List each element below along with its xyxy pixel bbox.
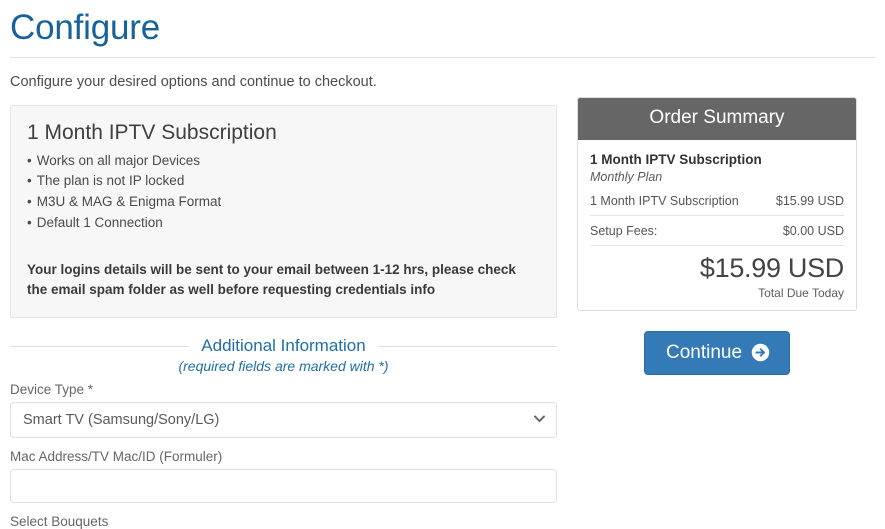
order-billing-cycle: Monthly Plan <box>590 170 663 185</box>
order-summary-heading: Order Summary <box>578 98 856 141</box>
product-delivery-note: Your logins details will be sent to your… <box>27 262 516 297</box>
field-group-mac-address: Mac Address/TV Mac/ID (Formuler) <box>10 449 557 504</box>
required-fields-note: (required fields are marked with *) <box>178 358 389 375</box>
device-type-label: Device Type * <box>10 382 94 398</box>
page-title: Configure <box>10 8 160 47</box>
content-columns: 1 Month IPTV Subscription Works on all m… <box>0 90 885 529</box>
intro-text: Configure your desired options and conti… <box>10 74 377 91</box>
order-total-label: Total Due Today <box>758 285 844 300</box>
order-summary-panel: Order Summary 1 Month IPTV Subscription … <box>577 97 857 311</box>
product-name: 1 Month IPTV Subscription <box>27 121 277 145</box>
list-item: M3U & MAG & Enigma Format <box>27 192 540 213</box>
field-group-select-bouquets: Select Bouquets <box>10 514 557 529</box>
continue-button-row: Continue <box>577 330 857 375</box>
configure-page: Configure Configure your desired options… <box>0 0 885 529</box>
configure-form-column: 1 Month IPTV Subscription Works on all m… <box>10 90 557 529</box>
additional-information-header: Additional Information <box>10 336 557 356</box>
list-item: The plan is not IP locked <box>27 171 540 192</box>
divider-right <box>377 345 557 347</box>
select-bouquets-label: Select Bouquets <box>10 514 109 529</box>
continue-button[interactable]: Continue <box>643 330 791 375</box>
device-type-select[interactable]: Smart TV (Samsung/Sony/LG) <box>10 402 557 439</box>
arrow-right-circle-icon <box>751 343 770 362</box>
mac-address-input[interactable] <box>10 469 557 504</box>
field-group-device-type: Device Type * Smart TV (Samsung/Sony/LG) <box>10 382 557 439</box>
device-type-select-wrap: Smart TV (Samsung/Sony/LG) <box>10 402 557 439</box>
list-item: Default 1 Connection <box>27 213 540 234</box>
product-feature-list: Works on all major Devices The plan is n… <box>27 151 540 235</box>
order-line-item: 1 Month IPTV Subscription $15.99 USD <box>590 184 844 217</box>
order-summary-column: Order Summary 1 Month IPTV Subscription … <box>557 90 875 375</box>
order-line-amount: $15.99 USD <box>775 194 844 209</box>
order-line-amount: $0.00 USD <box>782 224 844 239</box>
divider-left <box>10 345 190 347</box>
order-line-item: Setup Fees: $0.00 USD <box>590 216 844 247</box>
mac-address-label: Mac Address/TV Mac/ID (Formuler) <box>10 449 223 465</box>
order-product-name: 1 Month IPTV Subscription <box>590 152 762 168</box>
list-item: Works on all major Devices <box>27 151 540 172</box>
order-line-label: 1 Month IPTV Subscription <box>590 194 739 209</box>
order-total-amount: $15.99 USD <box>699 253 844 284</box>
order-summary-body: 1 Month IPTV Subscription Monthly Plan 1… <box>578 140 856 309</box>
order-total: $15.99 USD Total Due Today <box>590 246 844 299</box>
order-line-label: Setup Fees: <box>590 224 658 239</box>
continue-button-label: Continue <box>665 341 743 363</box>
product-summary-box: 1 Month IPTV Subscription Works on all m… <box>10 105 557 319</box>
additional-information-title: Additional Information <box>201 336 366 356</box>
